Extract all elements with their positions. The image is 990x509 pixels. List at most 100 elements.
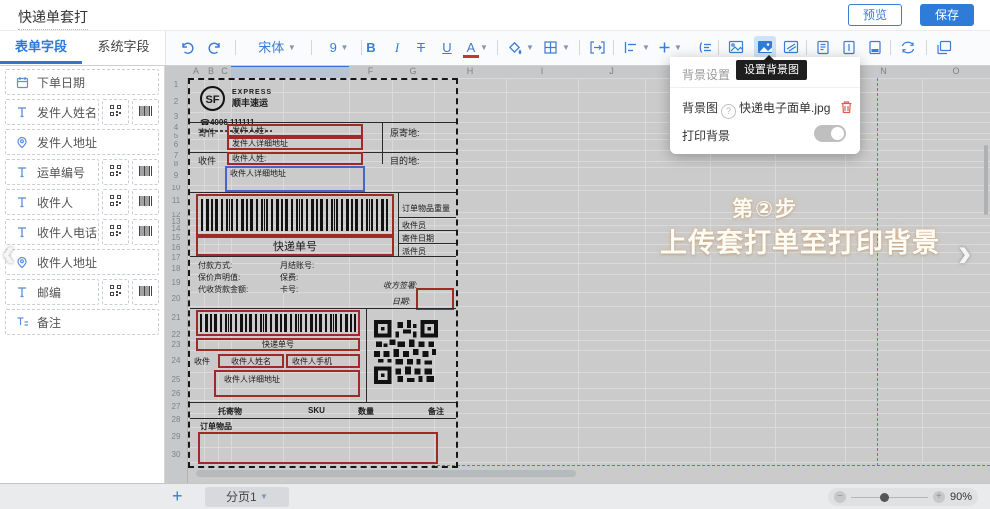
zoom-slider[interactable] — [851, 497, 928, 498]
row-header-27[interactable]: 27 — [165, 400, 187, 413]
field-order-items[interactable] — [198, 432, 438, 464]
field-item-0[interactable]: 下单日期 — [5, 69, 159, 95]
field-barcode-1[interactable] — [196, 194, 394, 236]
row-header-3[interactable]: 3 — [165, 112, 187, 122]
row-header-22[interactable]: 22 — [165, 330, 187, 340]
zoom-slider-handle[interactable] — [880, 493, 889, 502]
row-header-17[interactable]: 17 — [165, 252, 187, 263]
row-header-11[interactable]: 11 — [165, 190, 187, 212]
field-item-3[interactable]: 运单编号 — [5, 159, 99, 185]
field-item-3-barcode[interactable] — [132, 159, 159, 185]
field-item-7[interactable]: 邮编 — [5, 279, 99, 305]
field-item-4-qr[interactable] — [102, 189, 129, 215]
field-recv-phone[interactable]: 收件人手机 — [286, 354, 360, 368]
save-button[interactable]: 保存 — [920, 4, 974, 26]
zoom-in-icon[interactable]: + — [933, 491, 945, 503]
underline-button[interactable]: U — [437, 38, 457, 57]
image-watermark-icon[interactable] — [783, 38, 799, 57]
row-header-26[interactable]: 26 — [165, 388, 187, 400]
row-header-28[interactable]: 28 — [165, 413, 187, 427]
field-sign-box[interactable] — [416, 288, 454, 310]
delete-background-icon[interactable] — [840, 103, 853, 117]
field-recv-address-selected[interactable]: 收件人详细地址 — [225, 166, 365, 192]
page-layout-icon[interactable] — [816, 38, 830, 57]
field-recv-name-2[interactable]: 收件人姓名 — [218, 354, 284, 368]
row-header-6[interactable]: 6 — [165, 139, 187, 150]
align-icon[interactable] — [623, 38, 638, 57]
field-item-8[interactable]: 备注 — [5, 309, 159, 335]
field-item-1-barcode[interactable] — [132, 99, 159, 125]
copy-icon[interactable] — [936, 38, 952, 57]
column-header-B[interactable]: B — [204, 65, 218, 78]
row-header-1[interactable]: 1 — [165, 78, 187, 92]
collapse-sidebar-chevron-icon[interactable]: ‹ — [2, 231, 15, 275]
insert-plus-icon[interactable] — [657, 38, 672, 57]
fill-color-caret[interactable]: ▼ — [525, 38, 535, 57]
row-header-29[interactable]: 29 — [165, 427, 187, 447]
field-recv-name[interactable]: 收件人姓: — [227, 152, 363, 165]
row-header-13[interactable]: 13 — [165, 218, 187, 225]
field-waybill-no-1[interactable]: 快递单号 — [196, 236, 394, 256]
outline-list-icon[interactable] — [697, 38, 713, 57]
font-color-button[interactable]: A — [463, 40, 479, 58]
zoom-out-icon[interactable]: − — [834, 491, 846, 503]
horizontal-scrollbar[interactable] — [196, 470, 576, 477]
field-item-1[interactable]: 发件人姓名 — [5, 99, 99, 125]
design-canvas[interactable]: ABCDEFGHIJKLMNO1234567891011121314151617… — [165, 65, 990, 483]
field-item-4[interactable]: 收件人 — [5, 189, 99, 215]
row-header-16[interactable]: 16 — [165, 244, 187, 252]
field-item-4-barcode[interactable] — [132, 189, 159, 215]
insert-image-icon[interactable] — [728, 38, 744, 57]
redo-icon[interactable] — [207, 38, 223, 57]
row-header-14[interactable]: 14 — [165, 225, 187, 232]
row-header-7[interactable]: 7 — [165, 150, 187, 161]
print-background-toggle[interactable] — [814, 125, 846, 142]
help-icon[interactable]: ? — [721, 104, 736, 119]
row-header-30[interactable]: 30 — [165, 447, 187, 462]
field-recv-address-2[interactable]: 收件人详细地址 — [214, 370, 360, 397]
row-header-24[interactable]: 24 — [165, 350, 187, 372]
field-item-5-barcode[interactable] — [132, 219, 159, 245]
merge-cells-icon[interactable] — [589, 38, 606, 57]
borders-icon[interactable] — [543, 38, 558, 57]
row-header-9[interactable]: 9 — [165, 167, 187, 185]
row-header-2[interactable]: 2 — [165, 92, 187, 112]
field-item-3-qr[interactable] — [102, 159, 129, 185]
font-size-select[interactable]: 9 ▼ — [321, 38, 357, 57]
strikethrough-button[interactable]: T — [411, 38, 431, 57]
field-barcode-2[interactable] — [196, 310, 360, 336]
italic-button[interactable]: I — [387, 38, 407, 57]
expand-panel-chevron-icon[interactable]: › — [958, 231, 971, 275]
font-color-caret[interactable]: ▼ — [479, 38, 489, 57]
column-header-H[interactable]: H — [434, 65, 506, 78]
row-header-4[interactable]: 4 — [165, 122, 187, 133]
insert-plus-caret[interactable]: ▼ — [673, 38, 683, 57]
vertical-scrollbar[interactable] — [984, 145, 988, 215]
undo-icon[interactable] — [179, 38, 195, 57]
refresh-icon[interactable] — [900, 38, 916, 57]
column-header-G[interactable]: G — [392, 65, 434, 78]
column-header-I[interactable]: I — [506, 65, 578, 78]
fill-color-icon[interactable] — [507, 38, 523, 57]
column-header-J[interactable]: J — [578, 65, 645, 78]
row-header-21[interactable]: 21 — [165, 306, 187, 330]
field-item-6[interactable]: 收件人地址 — [5, 249, 159, 275]
tab-form-fields[interactable]: 表单字段 — [0, 30, 82, 64]
page-margin-icon[interactable] — [842, 38, 856, 57]
column-header-O[interactable]: O — [922, 65, 990, 78]
field-item-7-qr[interactable] — [102, 279, 129, 305]
row-header-23[interactable]: 23 — [165, 340, 187, 350]
tab-system-fields[interactable]: 系统字段 — [82, 30, 165, 64]
field-item-5-qr[interactable] — [102, 219, 129, 245]
field-item-5[interactable]: 收件人电话 — [5, 219, 99, 245]
field-item-2[interactable]: 发件人地址 — [5, 129, 159, 155]
column-header-C[interactable]: C — [218, 65, 231, 78]
field-sender-name[interactable]: 发件人姓: — [227, 124, 363, 137]
field-item-1-qr[interactable] — [102, 99, 129, 125]
row-header-19[interactable]: 19 — [165, 274, 187, 292]
row-header-15[interactable]: 15 — [165, 232, 187, 244]
column-header-F[interactable]: F — [349, 65, 392, 78]
field-sender-address[interactable]: 发件人详细地址 — [227, 137, 363, 150]
field-waybill-no-2[interactable]: 快递单号 — [196, 338, 360, 351]
borders-caret[interactable]: ▼ — [561, 38, 571, 57]
